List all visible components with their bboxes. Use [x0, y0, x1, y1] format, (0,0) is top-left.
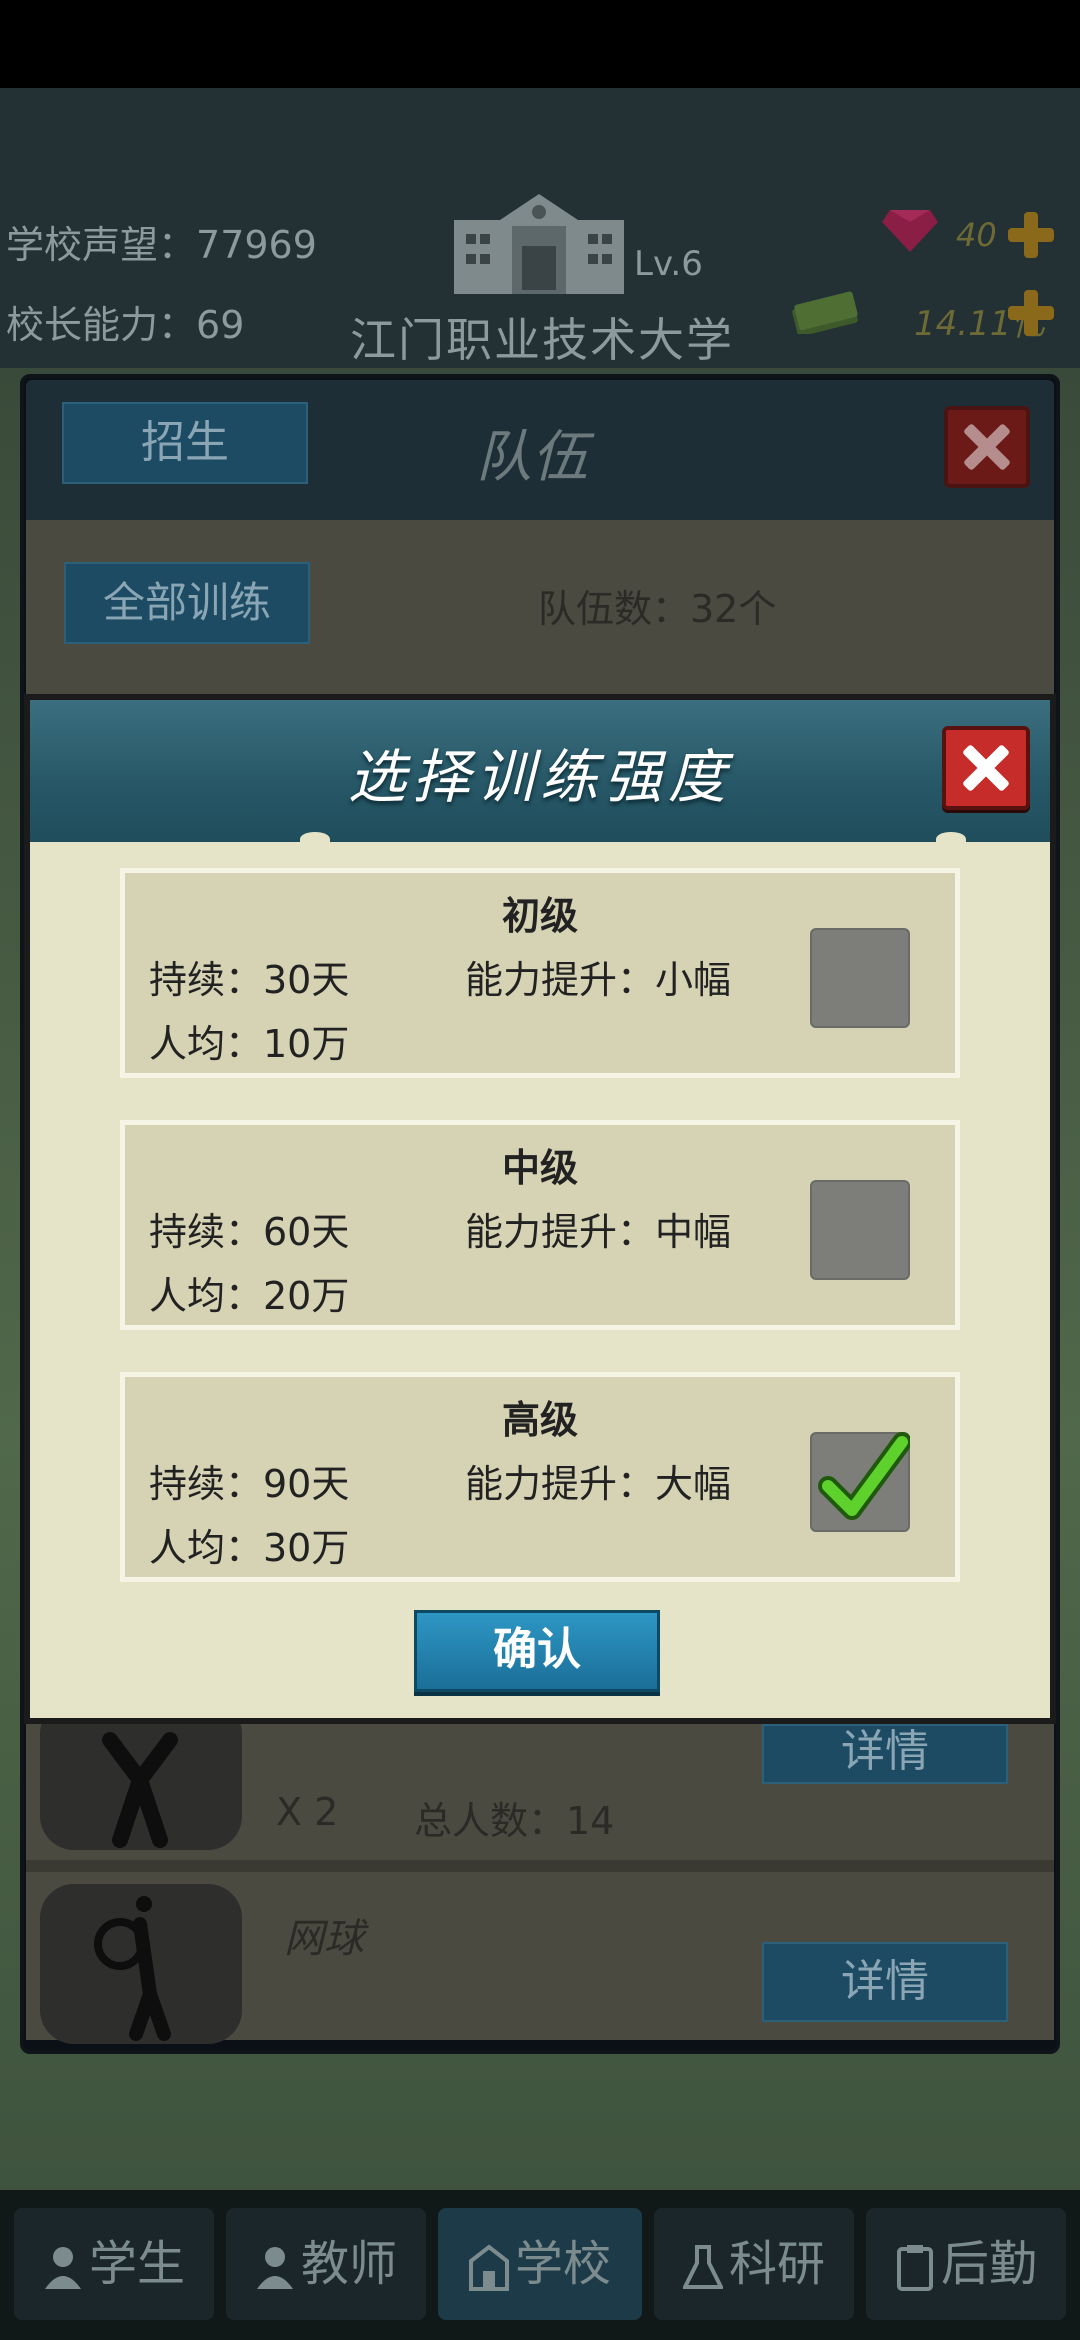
money-icon: [792, 291, 858, 334]
team-panel-title: 队伍: [476, 425, 588, 490]
confirm-button[interactable]: 确认: [414, 1610, 660, 1692]
tennis-icon: [40, 1884, 242, 2044]
option-cost: 人均：10万: [149, 1022, 350, 1066]
flask-icon: [682, 2245, 723, 2289]
nav-tab-label: 教师: [300, 2236, 397, 2292]
option-card-basic[interactable]: 初级 持续：30天 能力提升：小幅 人均：10万: [120, 868, 960, 1078]
principal-value: 69: [196, 303, 245, 347]
team-count: 队伍数：32个: [538, 587, 777, 631]
option-duration: 持续：30天: [149, 958, 350, 1002]
header-notch: [300, 832, 330, 846]
nav-tab-school[interactable]: 学校: [438, 2208, 642, 2320]
team-panel-close-button[interactable]: [944, 406, 1030, 488]
reputation-label: 学校声望：: [6, 223, 197, 267]
add-gems-button[interactable]: [1006, 210, 1056, 260]
reputation-stat: 学校声望：77969: [6, 214, 317, 269]
nav-tab-label: 学生: [88, 2236, 185, 2292]
dialog-title: 选择训练强度: [347, 743, 732, 811]
nav-tab-students[interactable]: 学生: [14, 2208, 214, 2320]
school-name: 江门职业技术大学: [350, 313, 734, 367]
close-icon: [961, 421, 1013, 473]
checkmark-icon: [818, 1432, 910, 1520]
status-bar: [0, 0, 1080, 88]
team-row-count: X 2: [276, 1790, 339, 1834]
option-checkbox[interactable]: [810, 1180, 910, 1280]
option-cost: 人均：20万: [149, 1274, 350, 1318]
nav-tab-logistics[interactable]: 后勤: [866, 2208, 1066, 2320]
reputation-value: 77969: [196, 223, 317, 267]
teacher-icon: [256, 2247, 293, 2289]
header-notch: [936, 832, 966, 846]
nav-tab-research[interactable]: 科研: [654, 2208, 854, 2320]
option-boost: 能力提升：大幅: [465, 1462, 732, 1506]
principal-label: 校长能力：: [6, 303, 197, 347]
train-all-button[interactable]: 全部训练: [64, 562, 310, 644]
add-money-button[interactable]: [1006, 288, 1056, 338]
team-row-detail-button[interactable]: 详情: [762, 1942, 1008, 2022]
close-icon: [960, 742, 1012, 794]
principal-stat: 校长能力：69: [6, 294, 244, 349]
team-row-total: 总人数：14: [414, 1799, 615, 1843]
option-card-advanced[interactable]: 高级 持续：90天 能力提升：大幅 人均：30万: [120, 1372, 960, 1582]
school-icon: [468, 2244, 509, 2291]
option-card-intermediate[interactable]: 中级 持续：60天 能力提升：中幅 人均：20万: [120, 1120, 960, 1330]
team-row-detail-button[interactable]: 详情: [762, 1724, 1008, 1784]
clipboard-icon: [896, 2245, 933, 2291]
nav-tab-label: 科研: [728, 2236, 825, 2292]
option-checkbox[interactable]: [810, 1432, 910, 1532]
gem-count: 40: [956, 216, 997, 254]
recruit-tab[interactable]: 招生: [62, 402, 308, 484]
option-cost: 人均：30万: [149, 1526, 350, 1570]
option-boost: 能力提升：小幅: [465, 958, 732, 1002]
dialog-close-button[interactable]: [942, 726, 1030, 810]
option-duration: 持续：60天: [149, 1210, 350, 1254]
school-level: Lv.6: [634, 244, 703, 284]
row-divider: [26, 1860, 1054, 1872]
nav-tab-teachers[interactable]: 教师: [226, 2208, 426, 2320]
nav-tab-label: 学校: [514, 2236, 611, 2292]
option-boost: 能力提升：中幅: [465, 1210, 732, 1254]
option-duration: 持续：90天: [149, 1462, 350, 1506]
student-icon: [44, 2247, 81, 2289]
option-checkbox[interactable]: [810, 928, 910, 1028]
team-row-name: 网球: [284, 1916, 364, 1962]
school-building-icon[interactable]: [452, 190, 626, 296]
nav-tab-label: 后勤: [940, 2236, 1037, 2292]
gem-icon: [882, 210, 938, 252]
